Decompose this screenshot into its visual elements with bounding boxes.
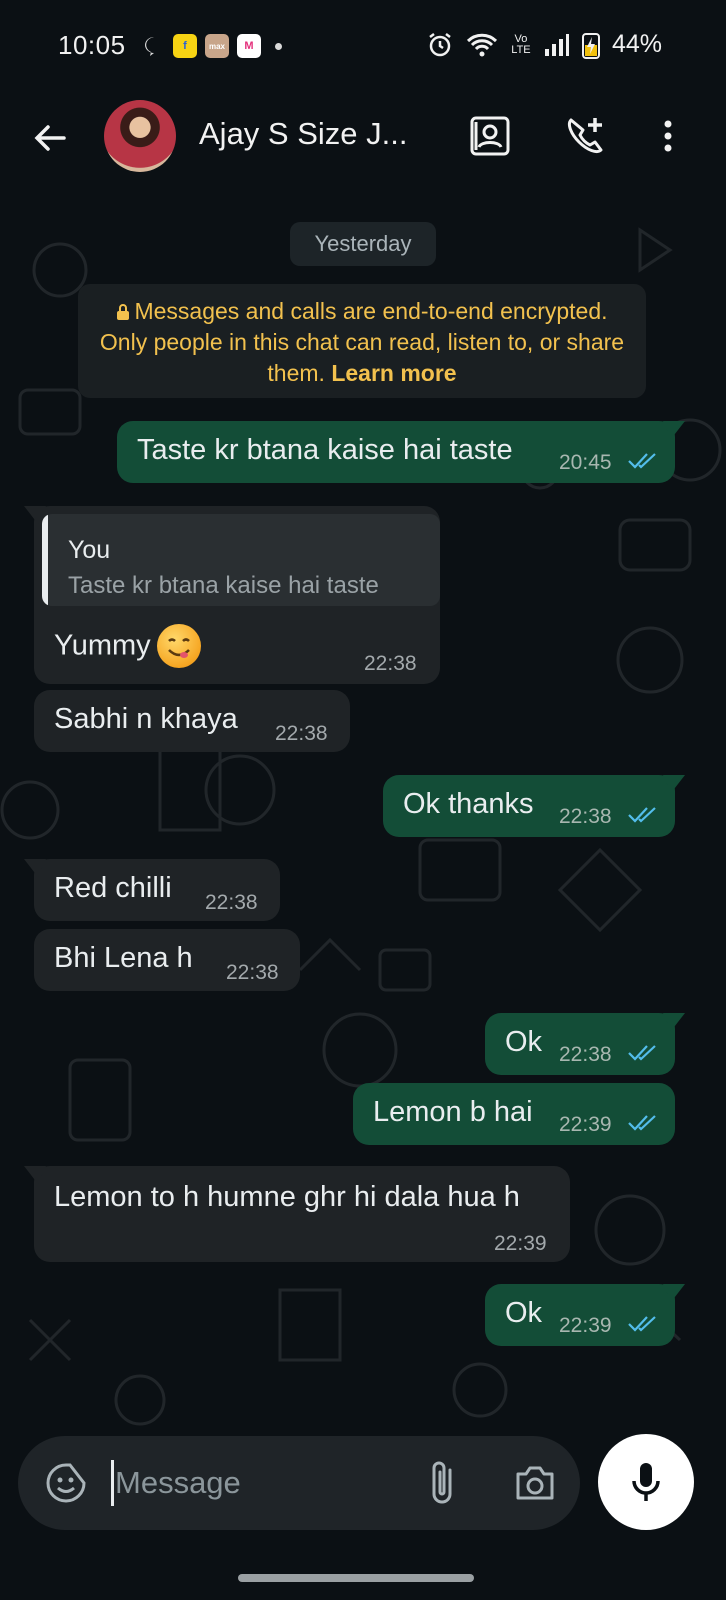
message-time: 22:38 [364, 652, 417, 675]
signal-icon [544, 33, 569, 56]
alarm-icon [429, 32, 451, 56]
message-time: 22:38 [559, 1043, 612, 1066]
read-ticks-icon [628, 1115, 656, 1131]
myntra-icon: M [237, 34, 261, 58]
read-ticks-icon [628, 807, 656, 823]
message-text: Ok [505, 1297, 543, 1329]
notification-icons: f max M [143, 34, 282, 58]
message-time: 22:38 [226, 961, 279, 984]
message-bubble[interactable]: Red chilli 22:38 [24, 859, 280, 921]
bubble-tail [663, 421, 685, 439]
quote-bar [42, 514, 48, 606]
message-text: Taste kr btana kaise hai taste [137, 434, 513, 466]
microphone-icon [632, 1463, 660, 1501]
bubble-tail [663, 775, 685, 793]
system-indicators: Vo LTE 44% [426, 30, 662, 59]
message-bubble[interactable]: Ok 22:38 [485, 1013, 685, 1075]
message-time: 22:38 [205, 891, 258, 914]
learn-more-link[interactable]: Learn more [331, 360, 456, 386]
quote-text: Taste kr btana kaise hai taste [68, 572, 379, 599]
read-ticks-icon [628, 1045, 656, 1061]
date-divider: Yesterday [290, 222, 436, 266]
battery-percent: 44% [611, 30, 662, 58]
message-text: Red chilli [54, 872, 172, 904]
status-bar: 10:05 f max M Vo LTE 44% [0, 0, 726, 92]
read-ticks-icon [628, 1316, 656, 1332]
attachment-icon[interactable] [422, 1458, 462, 1508]
flipkart-icon: f [173, 34, 197, 58]
text-cursor [111, 1460, 114, 1506]
message-bubble[interactable]: Lemon b hai 22:39 [353, 1083, 675, 1145]
volte-indicator: Vo LTE [511, 32, 531, 56]
message-time: 20:45 [559, 451, 612, 474]
more-options-icon[interactable] [646, 114, 690, 158]
message-time: 22:39 [494, 1232, 547, 1255]
message-bubble[interactable]: Ok thanks 22:38 [383, 775, 685, 837]
video-call-icon[interactable] [468, 114, 512, 158]
add-call-icon[interactable] [563, 114, 607, 158]
message-time: 22:39 [559, 1314, 612, 1337]
quoted-message[interactable]: You Taste kr btana kaise hai taste [42, 514, 440, 606]
message-text-value: Yummy [54, 629, 151, 662]
message-text: Bhi Lena h [54, 942, 193, 974]
sticker-emoji-icon[interactable] [44, 1461, 88, 1505]
message-input[interactable] [115, 1454, 395, 1512]
chat-header: Ajay S Size J... [0, 92, 726, 190]
message-time: 22:38 [275, 722, 328, 745]
more-notifications-icon [275, 42, 282, 50]
message-bubble[interactable]: Sabhi n khaya 22:38 [34, 690, 350, 752]
message-text: Lemon b hai [373, 1096, 533, 1128]
status-time: 10:05 [58, 30, 126, 60]
gesture-nav-bar[interactable] [238, 1574, 474, 1582]
bubble-tail [24, 859, 46, 877]
bubble-tail [24, 1166, 46, 1184]
encryption-notice[interactable]: Messages and calls are end-to-end encryp… [78, 284, 646, 398]
wifi-icon [466, 33, 498, 56]
yummy-emoji-icon [156, 624, 201, 668]
bubble-tail [663, 1013, 685, 1031]
message-composer [18, 1436, 580, 1530]
message-bubble[interactable]: Lemon to h humne ghr hi dala hua h 22:39 [24, 1166, 570, 1262]
back-arrow-icon[interactable] [30, 118, 70, 158]
message-text: Sabhi n khaya [54, 703, 238, 735]
message-text: Lemon to h humne ghr hi dala hua h [54, 1181, 520, 1213]
message-text: Ok [505, 1026, 543, 1058]
chat-notification-icon [145, 37, 154, 56]
battery-charging-icon [581, 32, 600, 59]
camera-icon[interactable] [512, 1460, 558, 1506]
message-time: 22:39 [559, 1113, 612, 1136]
chat-area[interactable]: Yesterday Messages and calls are end-to-… [0, 190, 726, 1432]
max-icon: max [205, 34, 229, 58]
contact-avatar[interactable] [104, 100, 176, 172]
quote-author: You [68, 536, 111, 564]
message-time: 22:38 [559, 805, 612, 828]
message-text: Yummy [54, 624, 201, 668]
message-bubble[interactable]: Ok 22:39 [485, 1284, 685, 1346]
message-text: Ok thanks [403, 788, 534, 820]
bubble-tail [663, 1284, 685, 1302]
read-ticks-icon [628, 453, 656, 469]
voice-message-button[interactable] [598, 1434, 694, 1530]
contact-name[interactable]: Ajay S Size J... [199, 116, 407, 152]
message-bubble[interactable]: Bhi Lena h 22:38 [34, 929, 300, 991]
lock-icon [117, 304, 130, 320]
message-bubble[interactable]: Taste kr btana kaise hai taste 20:45 [117, 421, 685, 483]
message-bubble[interactable]: You Taste kr btana kaise hai taste Yummy… [24, 506, 440, 684]
